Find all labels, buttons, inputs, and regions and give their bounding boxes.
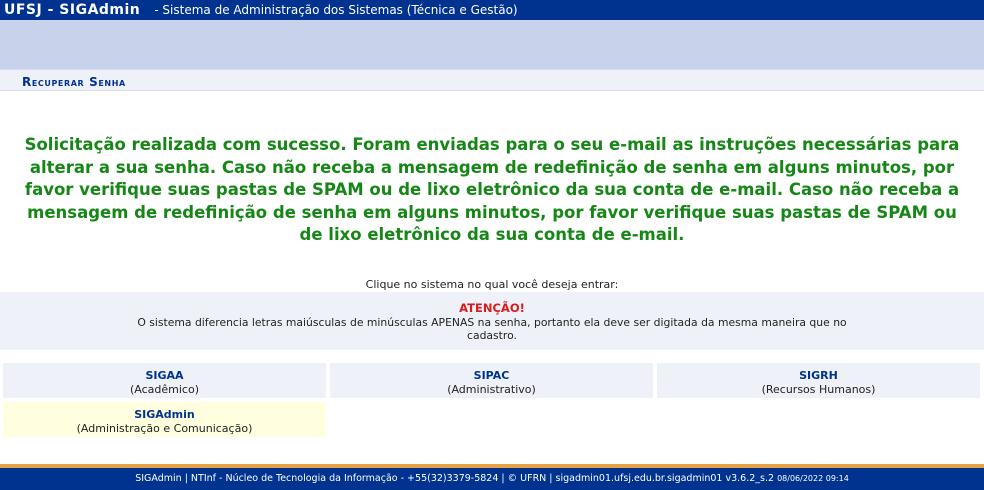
section-header: Recuperar Senha (0, 69, 984, 91)
attention-title: ATENÇÃO! (459, 301, 525, 315)
footer-text: SIGAdmin | NTInf - Núcleo de Tecnologia … (135, 473, 775, 484)
success-message: Solicitação realizada com sucesso. Foram… (24, 135, 960, 244)
system-desc: (Administrativo) (447, 383, 536, 396)
attention-box: ATENÇÃO! O sistema diferencia letras mai… (0, 292, 984, 350)
system-link-sigaa[interactable]: SIGAA (Acadêmico) (3, 363, 326, 398)
app-subtitle: - Sistema de Administração dos Sistemas … (154, 3, 518, 17)
system-desc: (Administração e Comunicação) (76, 422, 253, 435)
system-prompt: Clique no sistema no qual você deseja en… (365, 278, 619, 291)
page-title: Recuperar Senha (22, 75, 126, 89)
system-link-sigrh[interactable]: SIGRH (Recursos Humanos) (657, 363, 980, 398)
footer-timestamp: 08/06/2022 09:14 (777, 474, 849, 483)
system-name[interactable]: SIGAdmin (3, 408, 326, 421)
system-name[interactable]: SIPAC (330, 369, 653, 382)
system-desc: (Acadêmico) (129, 383, 199, 396)
top-header-bar: UFSJ - SIGAdmin - Sistema de Administraç… (0, 0, 984, 20)
system-link-sigadmin[interactable]: SIGAdmin (Administração e Comunicação) (3, 402, 326, 437)
app-brand: UFSJ - SIGAdmin (4, 2, 141, 18)
system-link-sipac[interactable]: SIPAC (Administrativo) (330, 363, 653, 398)
system-desc: (Recursos Humanos) (761, 383, 876, 396)
system-name[interactable]: SIGRH (657, 369, 980, 382)
footer: SIGAdmin | NTInf - Núcleo de Tecnologia … (0, 468, 984, 490)
attention-text: O sistema diferencia letras maiúsculas d… (137, 316, 847, 342)
header-banner (0, 20, 984, 69)
system-name[interactable]: SIGAA (3, 369, 326, 382)
